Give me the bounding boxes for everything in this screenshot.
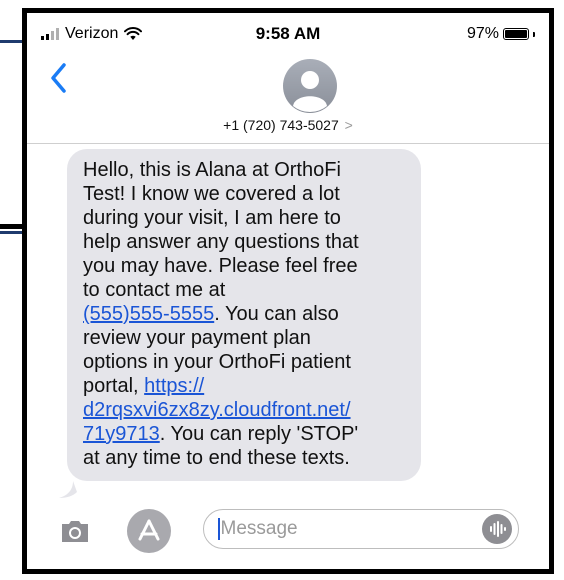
status-right: 97%	[467, 25, 535, 43]
audio-message-button[interactable]	[482, 514, 512, 544]
message-line: at any time to end these texts.	[83, 447, 350, 469]
chevron-left-icon[interactable]	[47, 61, 71, 95]
battery-icon	[503, 28, 529, 40]
battery-tip	[533, 31, 535, 37]
message-line: (555)555-5555. You can also	[83, 302, 407, 326]
camera-icon	[62, 521, 88, 542]
message-line: d2rqsxvi6zx8zy.cloudfront.net/	[83, 398, 407, 422]
message-placeholder: Message	[220, 518, 298, 539]
portal-url-link[interactable]: d2rqsxvi6zx8zy.cloudfront.net/	[83, 399, 351, 421]
message-line: Test! I know we covered a lot	[83, 183, 340, 205]
app-store-button[interactable]	[127, 509, 171, 553]
portal-url-link[interactable]: 71y9713	[83, 423, 160, 445]
chevron-right-icon: >	[344, 117, 353, 133]
phone-number-link[interactable]: (555)555-5555	[83, 303, 214, 325]
app-store-icon	[138, 519, 160, 541]
message-line: Hello, this is Alana at OrthoFi	[83, 159, 341, 181]
person-icon[interactable]	[283, 59, 337, 113]
message-line: you may have. Please feel free	[83, 255, 358, 277]
camera-button[interactable]	[53, 509, 97, 553]
message-text: . You can reply 'STOP'	[159, 423, 359, 445]
message-input-bar: Message	[27, 503, 549, 563]
message-line: 71y9713. You can reply 'STOP'	[83, 422, 407, 446]
header-divider	[27, 143, 549, 144]
contact-number[interactable]: +1 (720) 743-5027 >	[27, 117, 549, 133]
message-input[interactable]: Message	[203, 509, 519, 549]
message-line: portal, https://	[83, 374, 407, 398]
portal-url-link[interactable]: https://	[144, 375, 204, 397]
phone-screenshot-frame: Verizon 9:58 AM 97% +1 (720) 743-5027 > …	[22, 8, 554, 574]
message-line: options in your OrthoFi patient	[83, 351, 351, 373]
contact-number-text: +1 (720) 743-5027	[223, 117, 339, 133]
text-caret	[218, 518, 220, 540]
received-message-bubble: Hello, this is Alana at OrthoFi Test! I …	[67, 149, 421, 481]
message-line: help answer any questions that	[83, 231, 359, 253]
status-bar: Verizon 9:58 AM 97%	[27, 13, 549, 59]
audio-waveform-icon	[490, 521, 506, 537]
message-line: during your visit, I am here to	[83, 207, 341, 229]
message-text: portal,	[83, 375, 145, 397]
message-line: to contact me at	[83, 279, 226, 301]
bubble-tail	[59, 481, 77, 498]
message-text: . You can also	[214, 303, 339, 325]
message-line: review your payment plan	[83, 327, 311, 349]
battery-percent: 97%	[466, 25, 499, 42]
